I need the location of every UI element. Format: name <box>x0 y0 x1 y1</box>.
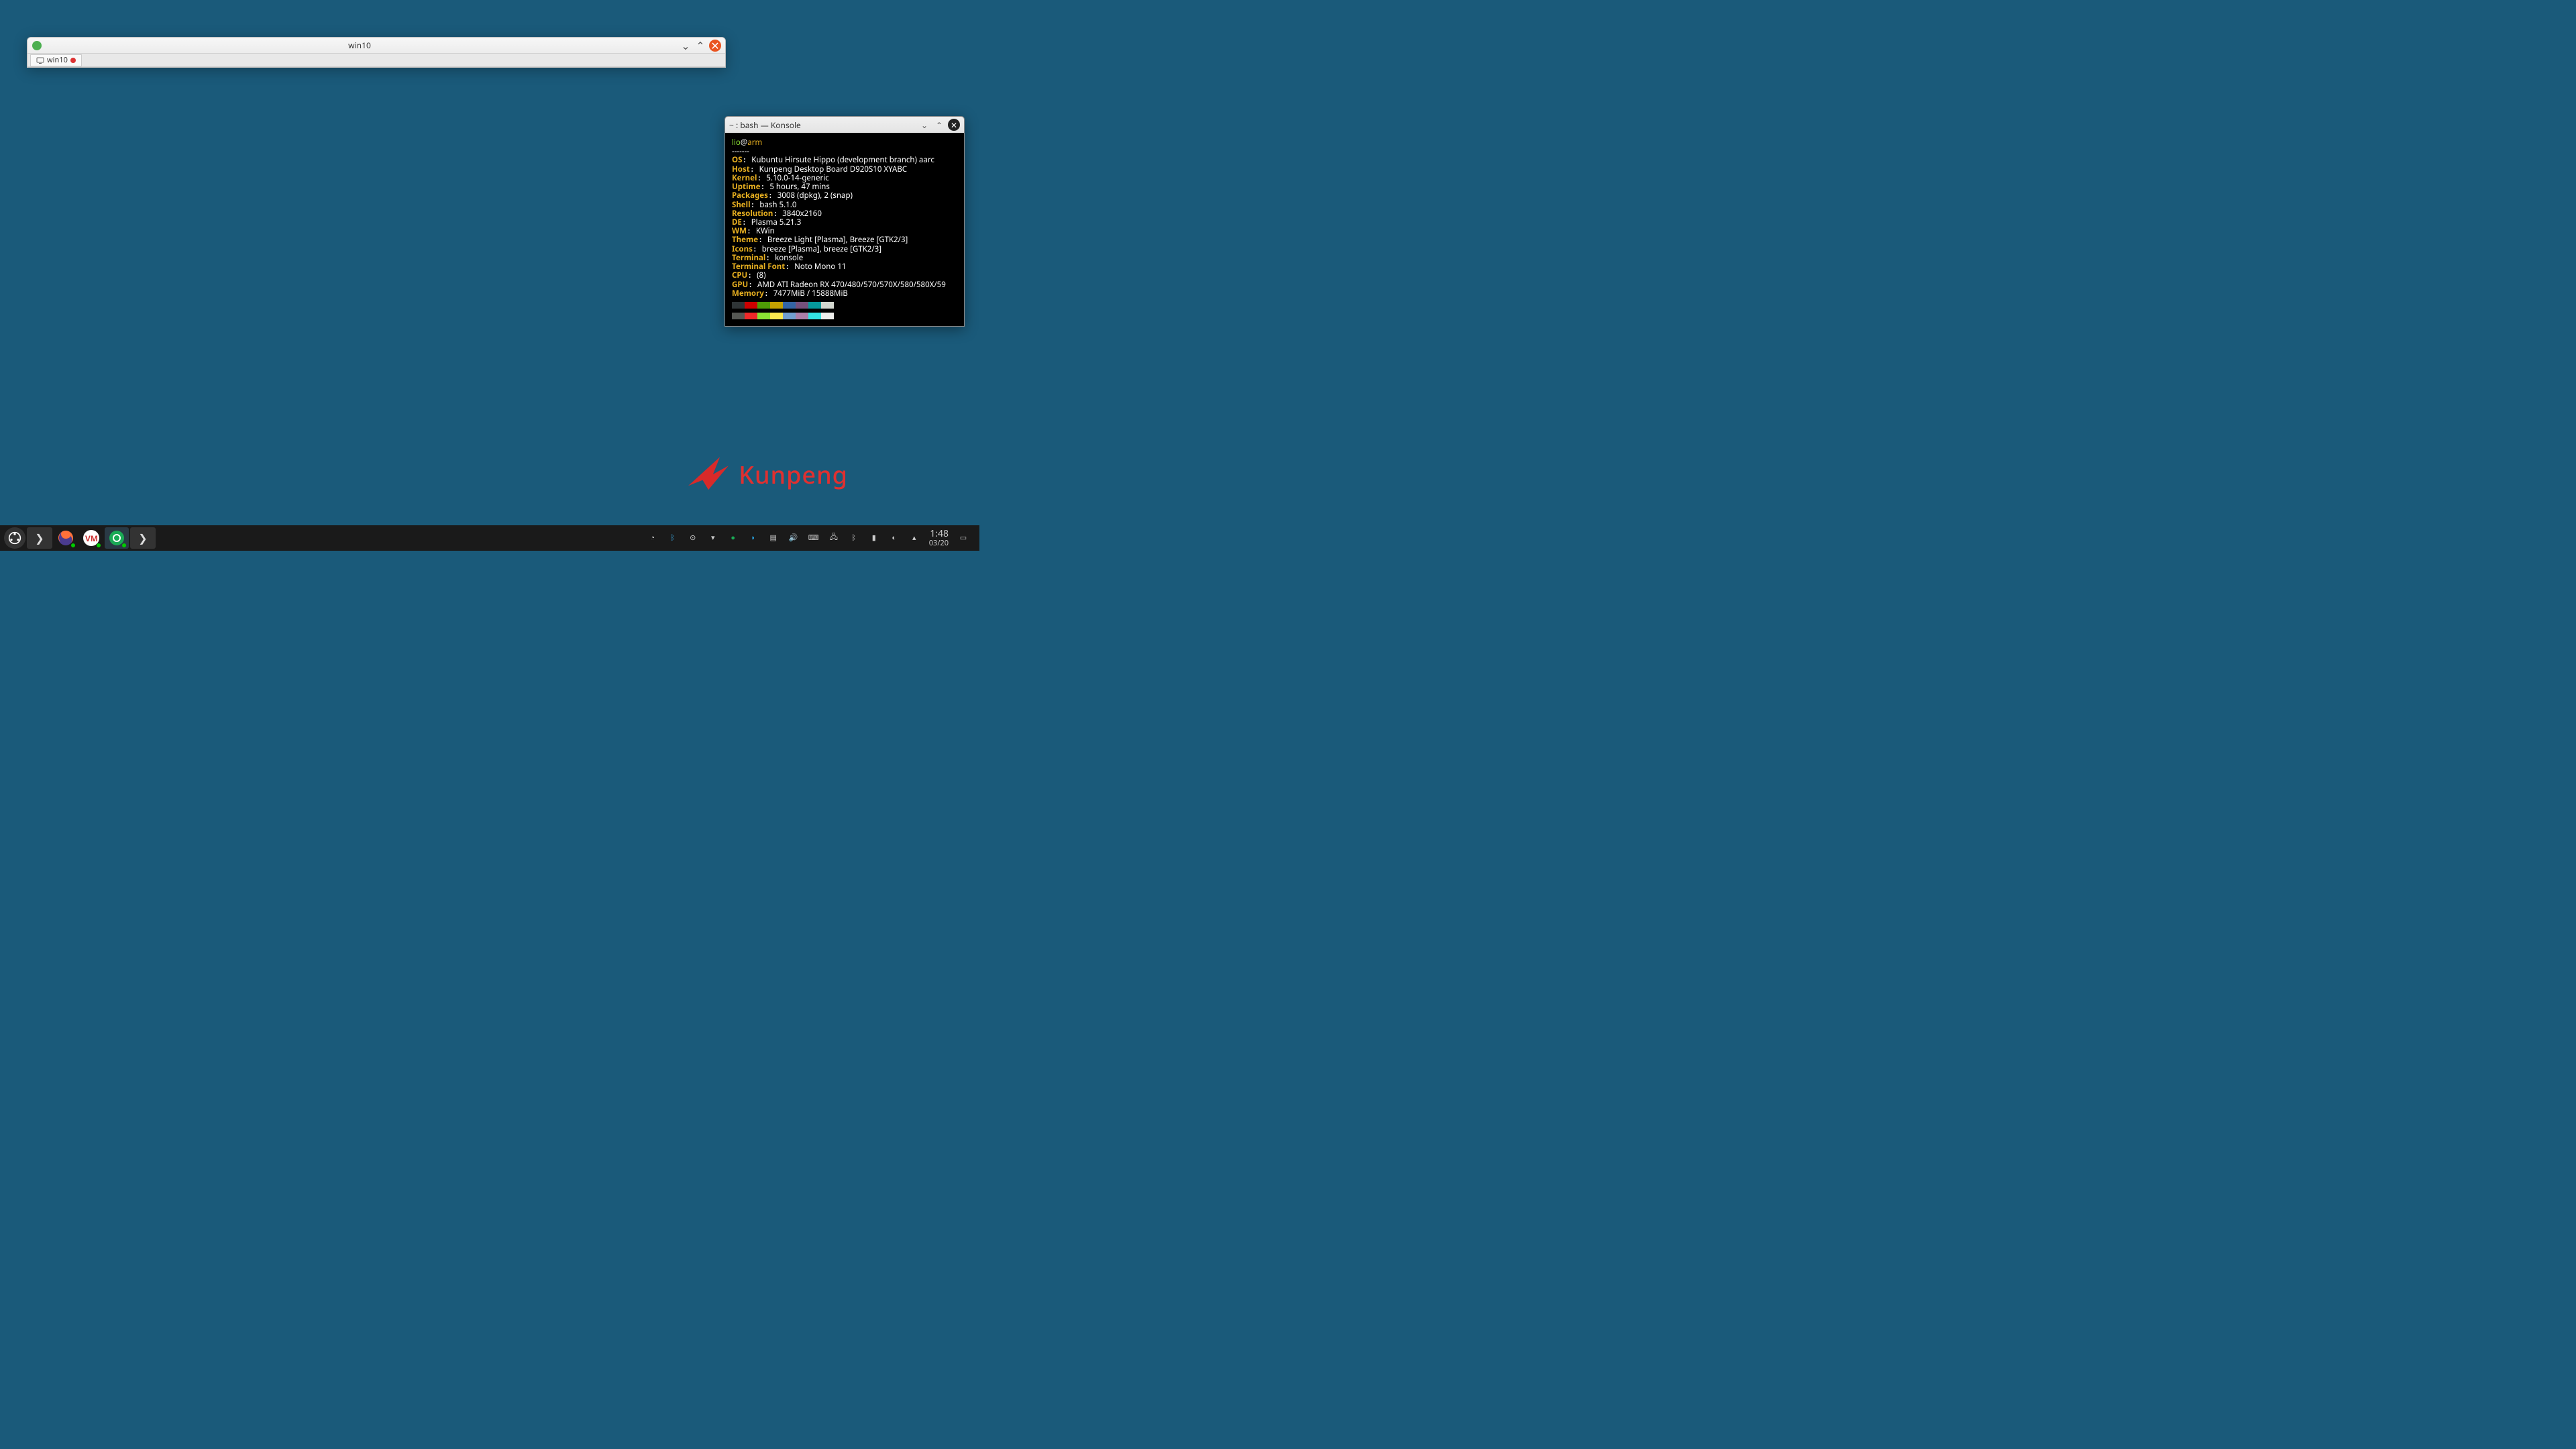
monitor-icon <box>36 56 44 64</box>
next-button[interactable]: ❯ <box>130 527 156 549</box>
color-palette <box>732 302 957 309</box>
taskbar-firefox[interactable] <box>54 527 78 549</box>
minimize-button[interactable]: ⌄ <box>680 40 692 52</box>
konsole-titlebar[interactable]: ~ : bash — Konsole ⌄ ⌃ ✕ <box>725 117 964 133</box>
minimize-button[interactable]: ⌄ <box>918 119 930 131</box>
bluetooth-icon[interactable]: ᛒ <box>667 533 678 543</box>
recording-icon <box>70 58 76 63</box>
show-desktop-icon[interactable]: ▭ <box>958 533 969 543</box>
kunpeng-logo: Kunpeng <box>685 454 848 494</box>
konsole-output[interactable]: lio@arm ------- OS: Kubuntu Hirsute Hipp… <box>725 133 964 326</box>
close-button[interactable]: ✕ <box>709 40 721 52</box>
konsole-title: ~ : bash — Konsole <box>729 119 801 131</box>
svg-text:VM: VM <box>85 533 98 544</box>
vm-window: win10 ⌄ ⌃ ✕ win10 回收站 Microsoft Edge 测试模… <box>27 37 726 68</box>
show-desktop-button[interactable]: ❯ <box>27 527 52 549</box>
vm-tabbar: win10 <box>28 54 725 67</box>
volume-icon[interactable]: 🔊 <box>788 533 799 543</box>
telegram-icon[interactable]: ◗ <box>748 533 759 543</box>
tray-icon[interactable]: ⊙ <box>688 533 698 543</box>
windows-desktop[interactable]: 回收站 Microsoft Edge 测试模式 Windows 10 专业版 I… <box>38 67 725 68</box>
vm-toolbar <box>28 67 38 68</box>
vm-tab-win10[interactable]: win10 <box>30 54 82 66</box>
vm-app-icon <box>32 40 42 51</box>
clipboard-icon[interactable]: ▤ <box>768 533 779 543</box>
host-clock[interactable]: 1:48 03/20 <box>929 529 949 548</box>
vm-titlebar[interactable]: win10 ⌄ ⌃ ✕ <box>28 38 725 54</box>
konsole-window: ~ : bash — Konsole ⌄ ⌃ ✕ lio@arm -------… <box>724 116 965 327</box>
kunpeng-text: Kunpeng <box>739 458 848 491</box>
close-button[interactable]: ✕ <box>948 119 960 131</box>
application-launcher[interactable] <box>4 527 25 549</box>
kubuntu-icon <box>8 531 21 545</box>
maximize-button[interactable]: ⌃ <box>694 40 706 52</box>
maximize-button[interactable]: ⌃ <box>933 119 945 131</box>
kunpeng-bird-icon <box>685 454 732 494</box>
taskbar-app-green[interactable] <box>105 527 129 549</box>
keyboard-icon[interactable]: ⌨ <box>808 533 819 543</box>
chevron-up-icon[interactable]: ▴ <box>909 533 920 543</box>
vm-title: win10 <box>42 40 677 51</box>
tray-icon[interactable]: ● <box>728 533 739 543</box>
bluetooth-small-icon[interactable]: ᛒ <box>849 533 859 543</box>
taskbar-virtmanager[interactable]: VM <box>79 527 103 549</box>
color-palette-bright <box>732 313 957 319</box>
night-icon[interactable]: ◐ <box>889 533 900 543</box>
battery-icon[interactable]: ▮ <box>869 533 879 543</box>
tray-icon[interactable]: ◔ <box>647 533 658 543</box>
host-taskbar: ❯ VM ❯ ◔ ᛒ ⊙ ▾ ● ◗ ▤ 🔊 ⌨ 🖧 ᛒ ▮ ◐ ▴ 1:48 … <box>0 525 979 551</box>
network-icon[interactable]: 🖧 <box>828 533 839 543</box>
tray-icon[interactable]: ▾ <box>708 533 718 543</box>
